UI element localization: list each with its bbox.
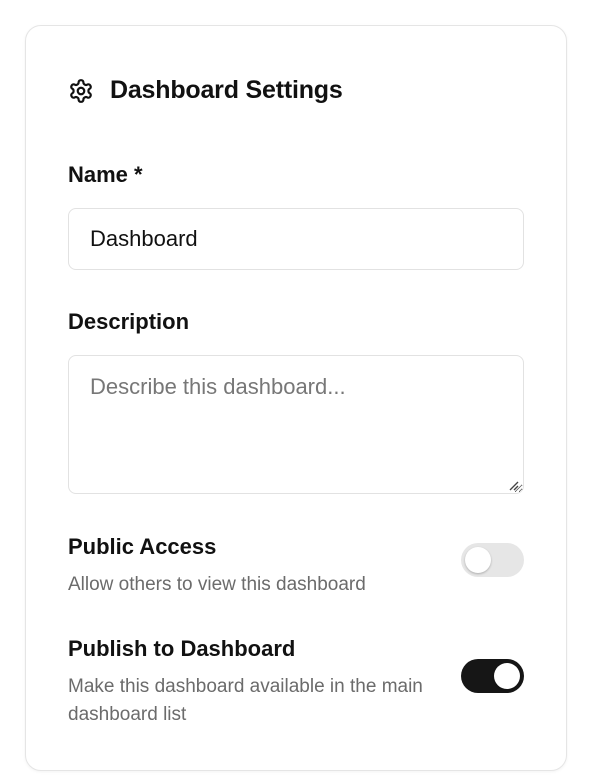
toggle-knob [465,547,491,573]
publish-description: Make this dashboard available in the mai… [68,676,423,725]
publish-toggle[interactable] [461,659,524,693]
description-label: Description [68,309,190,334]
public-access-toggle[interactable] [461,543,524,577]
description-textarea[interactable] [68,355,524,494]
name-label: Name * [68,162,143,187]
card-title: Dashboard Settings [110,76,343,104]
public-access-title: Public Access [68,534,217,559]
publish-title: Publish to Dashboard [68,636,296,661]
resize-handle-icon[interactable] [507,479,519,491]
gear-icon [68,78,94,104]
public-access-description: Allow others to view this dashboard [68,574,366,595]
card-header: Dashboard Settings [68,76,343,105]
toggle-knob [494,663,520,689]
name-input[interactable] [68,208,524,270]
